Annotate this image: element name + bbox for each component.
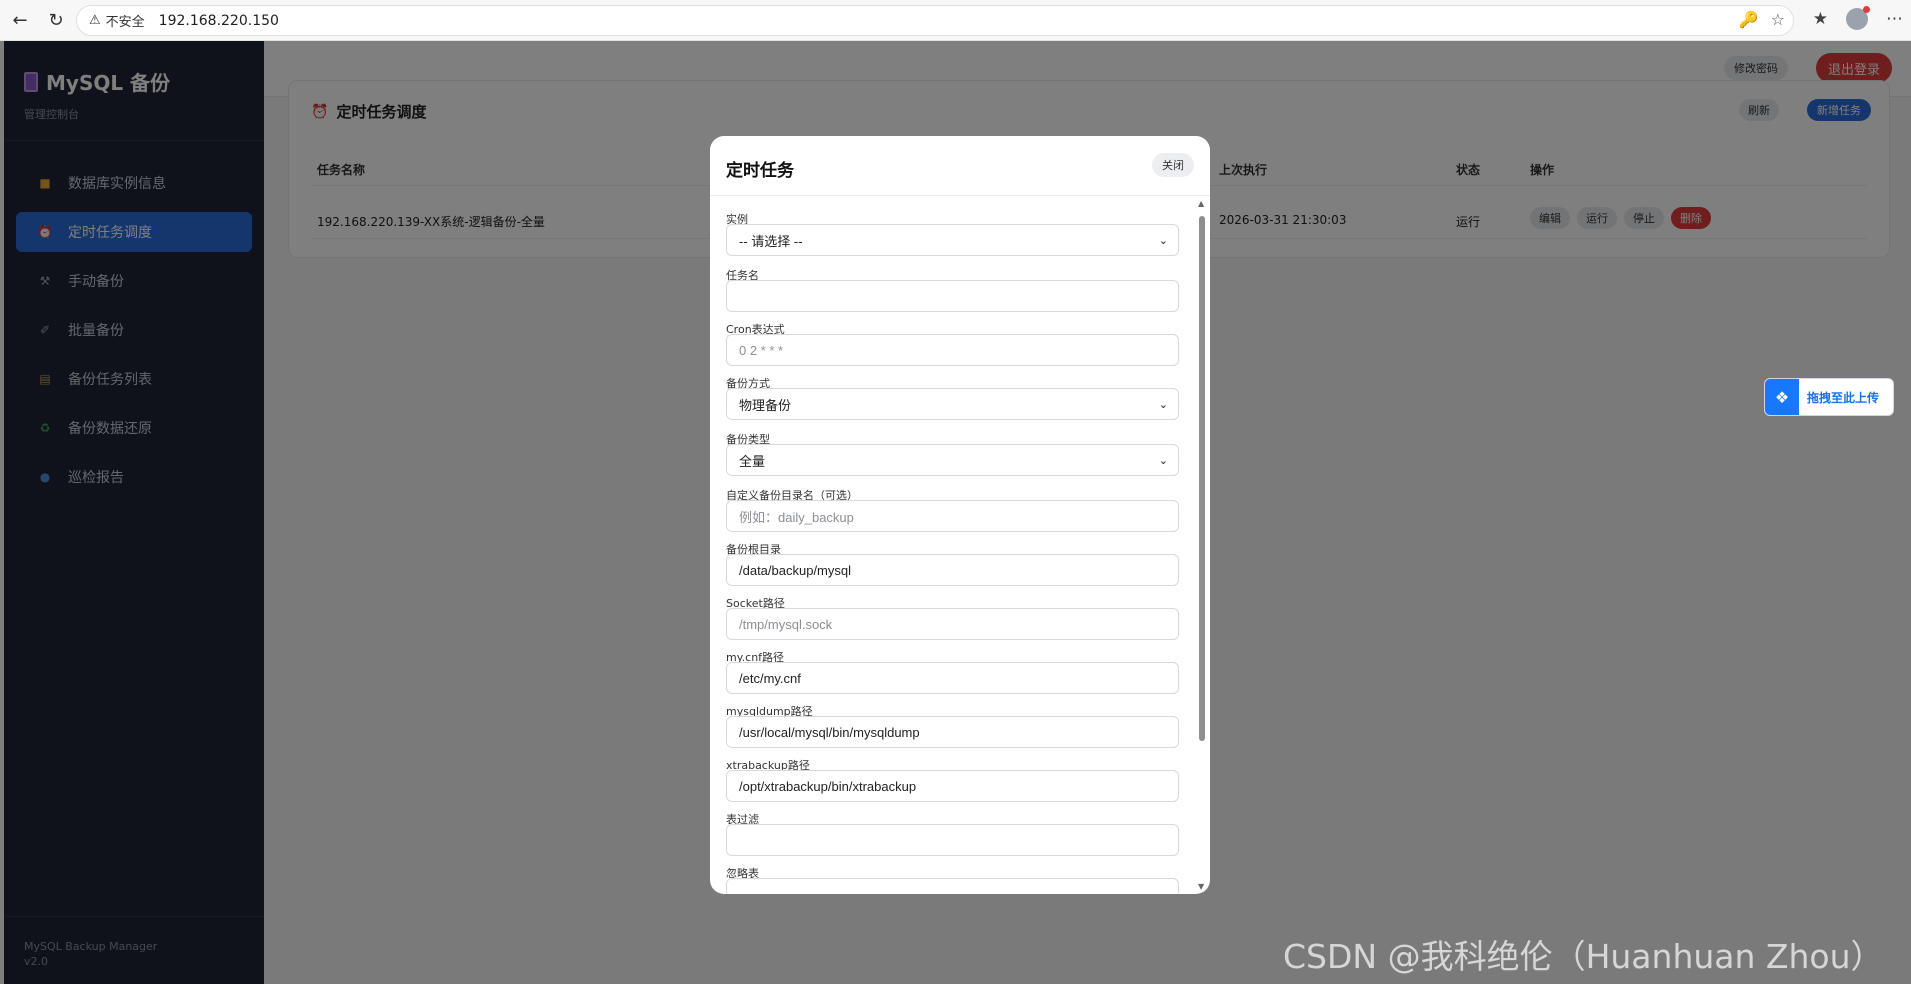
backup-method-select[interactable]: 物理备份 ⌄: [726, 388, 1179, 420]
mycnf-input[interactable]: /etc/my.cnf: [726, 662, 1179, 694]
xtrabackup-input[interactable]: /opt/xtrabackup/bin/xtrabackup: [726, 770, 1179, 802]
upload-label: 拖拽至此上传: [1807, 390, 1880, 405]
security-indicator[interactable]: ⚠ 不安全: [89, 11, 145, 30]
table-filter-input[interactable]: [726, 824, 1179, 856]
modal-scrollbar[interactable]: ▲ ▼: [1196, 196, 1208, 894]
chevron-down-icon: ⌄: [1158, 454, 1168, 467]
more-menu-icon[interactable]: ⋯: [1886, 9, 1903, 29]
scrollbar-thumb[interactable]: [1199, 216, 1205, 741]
modal-form: 实例 -- 请选择 -- ⌄ 任务名 Cron表达式 0 2 * * * 备份方…: [710, 196, 1210, 894]
chevron-down-icon: ⌄: [1158, 234, 1168, 247]
watermark: CSDN @我科绝伦（Huanhuan Zhou）: [1283, 937, 1884, 976]
root-dir-input[interactable]: /data/backup/mysql: [726, 554, 1179, 586]
profile-avatar[interactable]: [1846, 6, 1870, 30]
schedule-task-modal: 定时任务 关闭 实例 -- 请选择 -- ⌄ 任务名 Cron表达式 0 2 *…: [710, 136, 1210, 894]
cron-input[interactable]: 0 2 * * *: [726, 334, 1179, 366]
reload-icon[interactable]: ↻: [38, 2, 74, 38]
chevron-down-icon: ⌄: [1158, 398, 1168, 411]
favorites-icon[interactable]: ★: [1813, 9, 1828, 29]
backup-method-value: 物理备份: [739, 397, 792, 413]
task-name-input[interactable]: [726, 280, 1179, 312]
modal-title: 定时任务: [726, 161, 794, 181]
cloud-upload-icon: ❖: [1765, 379, 1799, 415]
instance-selected-value: -- 请选择 --: [739, 233, 803, 249]
key-icon[interactable]: 🔑: [1739, 10, 1759, 29]
drag-upload-widget[interactable]: ❖ 拖拽至此上传: [1764, 378, 1894, 416]
ignore-tables-input[interactable]: [726, 878, 1179, 894]
scroll-down-icon[interactable]: ▼: [1198, 882, 1204, 891]
backup-type-value: 全量: [739, 453, 766, 469]
instance-select[interactable]: -- 请选择 -- ⌄: [726, 224, 1179, 256]
scroll-up-icon[interactable]: ▲: [1198, 199, 1204, 208]
warning-triangle-icon: ⚠: [89, 13, 101, 28]
custom-dir-input[interactable]: 例如：daily_backup: [726, 500, 1179, 532]
address-bar[interactable]: ⚠ 不安全 192.168.220.150 🔑 ☆: [76, 5, 1794, 36]
browser-toolbar: ← ↻ ⚠ 不安全 192.168.220.150 🔑 ☆ ★ ⋯: [0, 0, 1911, 41]
backup-type-select[interactable]: 全量 ⌄: [726, 444, 1179, 476]
close-button[interactable]: 关闭: [1152, 153, 1194, 177]
url-text[interactable]: 192.168.220.150: [159, 13, 279, 29]
insecure-label: 不安全: [105, 15, 145, 30]
star-icon[interactable]: ☆: [1771, 10, 1785, 29]
back-arrow-icon[interactable]: ←: [2, 2, 38, 38]
mysqldump-input[interactable]: /usr/local/mysql/bin/mysqldump: [726, 716, 1179, 748]
socket-input[interactable]: /tmp/mysql.sock: [726, 608, 1179, 640]
